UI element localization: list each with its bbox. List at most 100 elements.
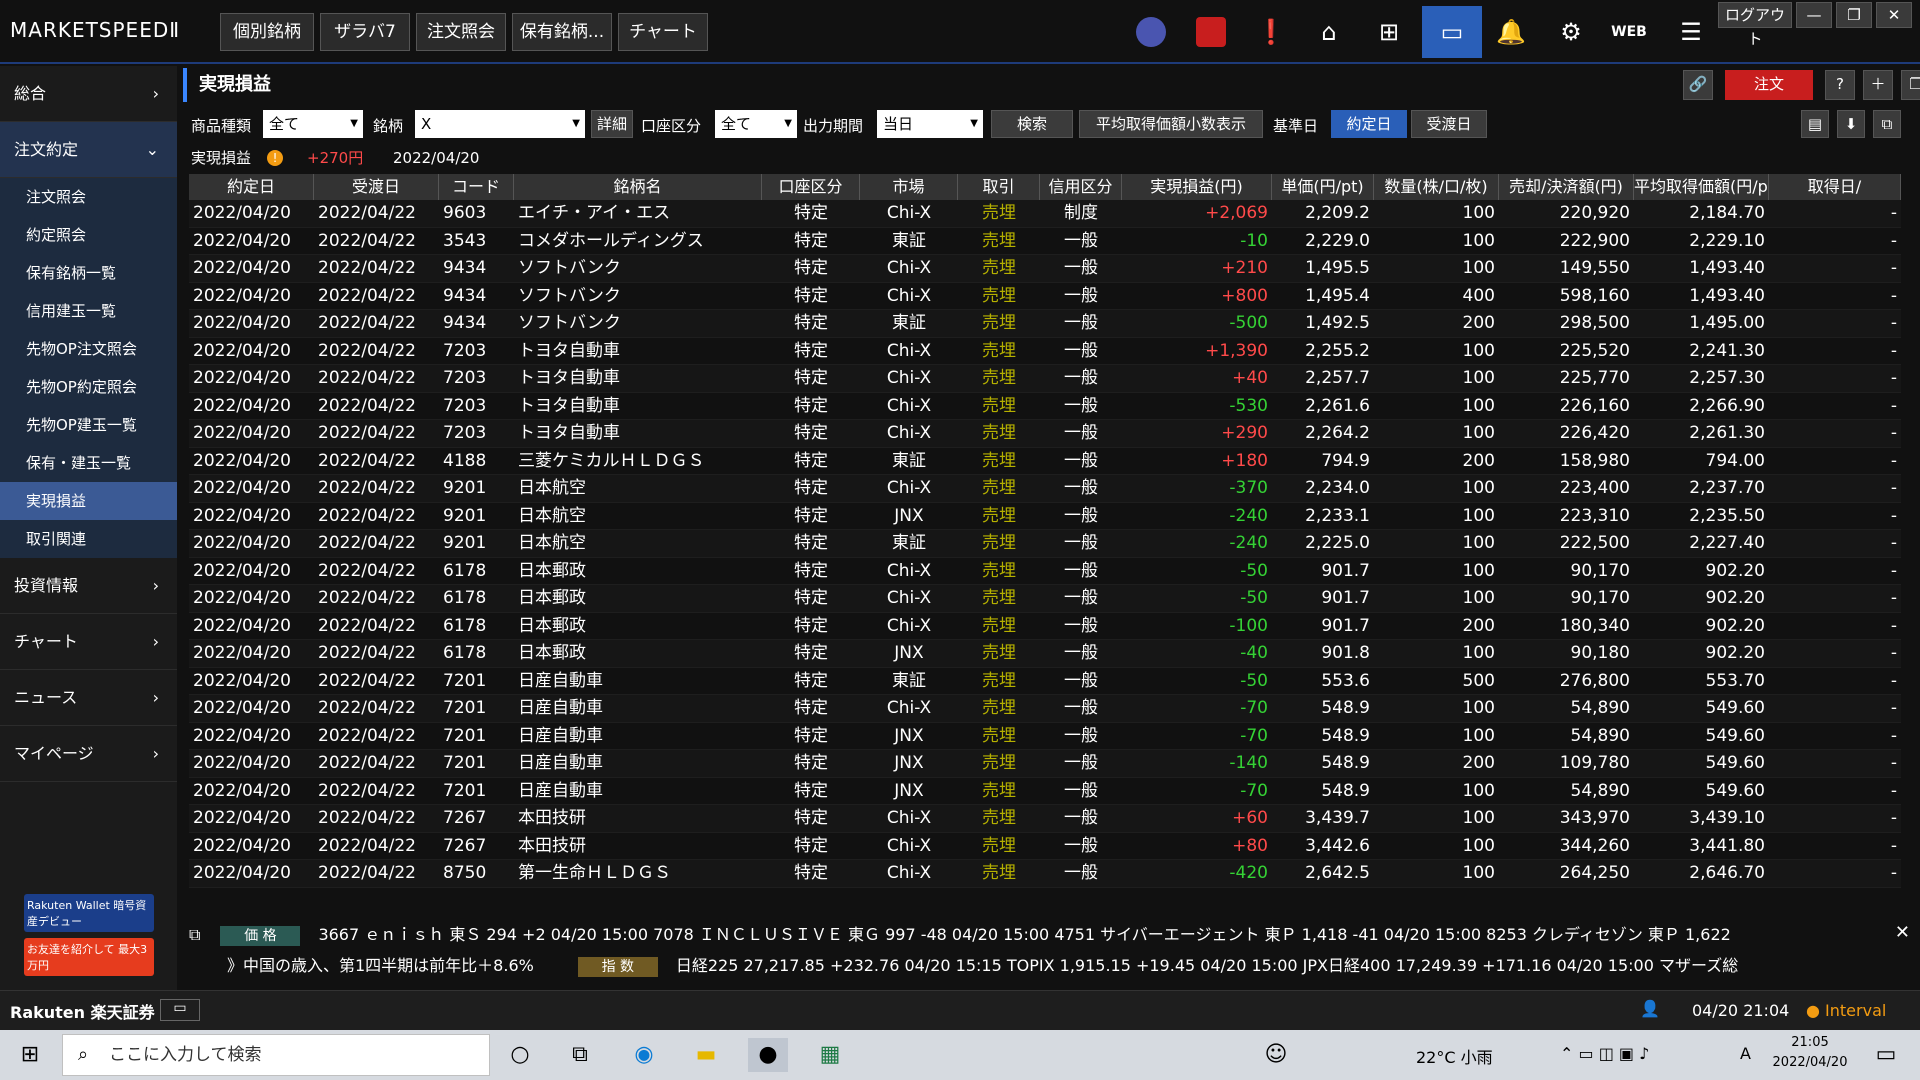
sidebar-item-order-inquiry[interactable]: 注文照会 bbox=[0, 178, 177, 216]
windows-start-icon[interactable]: ⊞ bbox=[10, 1038, 50, 1072]
download-icon[interactable]: ⬇ bbox=[1837, 110, 1865, 138]
explorer-icon[interactable]: ▬ bbox=[686, 1038, 726, 1072]
market-icon[interactable] bbox=[1125, 6, 1177, 58]
tab-zaraba[interactable]: ザラバ7 bbox=[320, 13, 410, 51]
table-row[interactable]: 2022/04/20 2022/04/22 7203 トヨタ自動車 特定 Chi-X 売埋 一… bbox=[189, 393, 1901, 420]
order-button[interactable]: 注文 bbox=[1725, 70, 1813, 100]
column-header[interactable]: 売却/決済額(円) bbox=[1499, 174, 1634, 200]
product-select[interactable]: 全て ▼ bbox=[263, 110, 363, 138]
table-row[interactable]: 2022/04/20 2022/04/22 9434 ソフトバンク 特定 Chi-X 売埋 一… bbox=[189, 255, 1901, 283]
toggle-panel-icon[interactable]: ▭ bbox=[160, 999, 200, 1021]
sidebar-group-investment[interactable]: 投資情報 › bbox=[0, 558, 177, 614]
avg-decimal-button[interactable]: 平均取得価額小数表示 bbox=[1079, 110, 1263, 138]
gear-icon[interactable]: ⚙ bbox=[1545, 6, 1597, 58]
column-header[interactable]: 数量(株/口/枚) bbox=[1374, 174, 1499, 200]
table-row[interactable]: 2022/04/20 2022/04/22 7203 トヨタ自動車 特定 Chi-X 売埋 一… bbox=[189, 338, 1901, 365]
table-row[interactable]: 2022/04/20 2022/04/22 7203 トヨタ自動車 特定 Chi-X 売埋 一… bbox=[189, 365, 1901, 393]
notification-icon[interactable]: ▭ bbox=[1866, 1038, 1906, 1072]
ime-indicator[interactable]: A bbox=[1740, 1044, 1751, 1063]
new-window-icon[interactable]: ＋ bbox=[1863, 70, 1893, 100]
ticker-icon[interactable]: ⧉ bbox=[189, 925, 200, 944]
tray-icons[interactable]: ⌃ ▭ ◫ ▣ ♪ bbox=[1560, 1044, 1649, 1063]
bell-icon[interactable]: 🔔 bbox=[1485, 6, 1537, 58]
sidebar-group-mypage[interactable]: マイページ › bbox=[0, 726, 177, 782]
table-row[interactable]: 2022/04/20 2022/04/22 9603 エイチ・アイ・エス 特定 Chi-X… bbox=[189, 200, 1901, 228]
logout-button[interactable]: ログアウト bbox=[1718, 2, 1792, 48]
table-row[interactable]: 2022/04/20 2022/04/22 7201 日産自動車 特定 JNX 売埋 一般 -7… bbox=[189, 723, 1901, 750]
info-icon[interactable]: ! bbox=[267, 150, 283, 166]
table-row[interactable]: 2022/04/20 2022/04/22 7201 日産自動車 特定 JNX 売埋 一般 -7… bbox=[189, 778, 1901, 805]
task-view-icon[interactable]: ⧉ bbox=[560, 1038, 600, 1072]
table-row[interactable]: 2022/04/20 2022/04/22 9201 日本航空 特定 Chi-X 売埋 一般 -… bbox=[189, 475, 1901, 503]
screen-icon[interactable]: ▭ bbox=[1422, 6, 1482, 58]
table-row[interactable]: 2022/04/20 2022/04/22 7267 本田技研 特定 Chi-X 売埋 一般 +… bbox=[189, 833, 1901, 860]
column-header[interactable]: 受渡日 bbox=[314, 174, 439, 200]
tab-chart[interactable]: チャート bbox=[618, 13, 708, 51]
column-header[interactable]: 口座区分 bbox=[762, 174, 860, 200]
table-row[interactable]: 2022/04/20 2022/04/22 4188 三菱ケミカルＨＬＤＧＳ 特定 東証 売… bbox=[189, 448, 1901, 475]
excel-icon[interactable]: ▦ bbox=[810, 1038, 850, 1072]
home-icon[interactable]: ⌂ bbox=[1303, 6, 1355, 58]
referral-banner[interactable]: お友達を紹介して 最大3万円 bbox=[24, 938, 154, 976]
add-window-icon[interactable]: ⊞ bbox=[1363, 6, 1415, 58]
column-header[interactable]: 約定日 bbox=[189, 174, 314, 200]
table-row[interactable]: 2022/04/20 2022/04/22 6178 日本郵政 特定 JNX 売埋 一般 -40… bbox=[189, 640, 1901, 668]
column-header[interactable]: 実現損益(円) bbox=[1122, 174, 1272, 200]
ranking-icon[interactable] bbox=[1185, 6, 1237, 58]
weather-text[interactable]: 22°C 小雨 bbox=[1416, 1044, 1493, 1068]
table-row[interactable]: 2022/04/20 2022/04/22 7267 本田技研 特定 Chi-X 売埋 一般 +… bbox=[189, 805, 1901, 833]
sidebar-group-orders[interactable]: 注文約定 ⌄ bbox=[0, 122, 177, 178]
minimize-icon[interactable]: — bbox=[1796, 2, 1832, 28]
copy-icon[interactable]: ⧉ bbox=[1873, 110, 1901, 138]
base-settle-date-button[interactable]: 受渡日 bbox=[1411, 110, 1487, 138]
sidebar-item-futures-order[interactable]: 先物OP注文照会 bbox=[0, 330, 177, 368]
table-row[interactable]: 2022/04/20 2022/04/22 9201 日本航空 特定 東証 売埋 一般 -240… bbox=[189, 530, 1901, 558]
table-row[interactable]: 2022/04/20 2022/04/22 6178 日本郵政 特定 Chi-X 売埋 一般 -… bbox=[189, 558, 1901, 585]
people-icon[interactable]: ☺ bbox=[1256, 1038, 1296, 1072]
sidebar-item-futures-positions[interactable]: 先物OP建玉一覧 bbox=[0, 406, 177, 444]
sidebar-item-trading[interactable]: 取引関連 bbox=[0, 520, 177, 558]
column-header[interactable]: コード bbox=[439, 174, 514, 200]
edge-icon[interactable]: ◉ bbox=[624, 1038, 664, 1072]
table-row[interactable]: 2022/04/20 2022/04/22 6178 日本郵政 特定 Chi-X 売埋 一般 -… bbox=[189, 585, 1901, 613]
table-row[interactable]: 2022/04/20 2022/04/22 7201 日産自動車 特定 JNX 売埋 一般 -1… bbox=[189, 750, 1901, 778]
column-header[interactable]: 平均取得価額(円/pt) bbox=[1634, 174, 1769, 200]
symbol-input[interactable]: X ▼ bbox=[415, 110, 585, 138]
sidebar-item-realized-pnl[interactable]: 実現損益 bbox=[0, 482, 177, 520]
account-select[interactable]: 全て ▼ bbox=[715, 110, 797, 138]
tab-order-inquiry[interactable]: 注文照会 bbox=[416, 13, 506, 51]
table-row[interactable]: 2022/04/20 2022/04/22 7201 日産自動車 特定 東証 売埋 一般 -50… bbox=[189, 668, 1901, 695]
tab-individual[interactable]: 個別銘柄 bbox=[220, 13, 314, 51]
wallet-banner[interactable]: Rakuten Wallet 暗号資産デビュー bbox=[24, 894, 154, 932]
restore-icon[interactable]: ❐ bbox=[1836, 2, 1872, 28]
sidebar-item-holdings[interactable]: 保有銘柄一覧 bbox=[0, 254, 177, 292]
column-header[interactable]: 銘柄名 bbox=[514, 174, 762, 200]
table-row[interactable]: 2022/04/20 2022/04/22 9434 ソフトバンク 特定 東証 売埋 一般 -5… bbox=[189, 310, 1901, 338]
tab-holdings[interactable]: 保有銘柄... bbox=[512, 13, 612, 51]
sidebar-item-execution-inquiry[interactable]: 約定照会 bbox=[0, 216, 177, 254]
sidebar-item-futures-execution[interactable]: 先物OP約定照会 bbox=[0, 368, 177, 406]
help-icon[interactable]: ? bbox=[1825, 70, 1855, 100]
sidebar-group-general[interactable]: 総合 › bbox=[0, 66, 177, 122]
ticker-close-icon[interactable]: ✕ bbox=[1895, 922, 1910, 943]
sidebar-item-margin[interactable]: 信用建玉一覧 bbox=[0, 292, 177, 330]
table-row[interactable]: 2022/04/20 2022/04/22 6178 日本郵政 特定 Chi-X 売埋 一般 -… bbox=[189, 613, 1901, 640]
column-header[interactable]: 取得日/ bbox=[1769, 174, 1901, 200]
print-icon[interactable]: ▤ bbox=[1801, 110, 1829, 138]
table-row[interactable]: 2022/04/20 2022/04/22 9201 日本航空 特定 JNX 売埋 一般 -24… bbox=[189, 503, 1901, 530]
popout-icon[interactable]: ❐ bbox=[1901, 70, 1920, 100]
cortana-icon[interactable]: ○ bbox=[500, 1038, 540, 1072]
sidebar-group-news[interactable]: ニュース › bbox=[0, 670, 177, 726]
base-trade-date-button[interactable]: 約定日 bbox=[1331, 110, 1407, 138]
taskbar-search-input[interactable]: ここに入力して検索 bbox=[62, 1034, 490, 1076]
sidebar-item-all-positions[interactable]: 保有・建玉一覧 bbox=[0, 444, 177, 482]
column-header[interactable]: 信用区分 bbox=[1040, 174, 1122, 200]
alert-icon[interactable]: ❗ bbox=[1245, 6, 1297, 58]
search-button[interactable]: 検索 bbox=[991, 110, 1073, 138]
period-select[interactable]: 当日 ▼ bbox=[877, 110, 983, 138]
table-row[interactable]: 2022/04/20 2022/04/22 3543 コメダホールディングス 特定 東証 売… bbox=[189, 228, 1901, 255]
table-row[interactable]: 2022/04/20 2022/04/22 7201 日産自動車 特定 Chi-X 売埋 一般… bbox=[189, 695, 1901, 723]
column-header[interactable]: 単価(円/pt) bbox=[1272, 174, 1374, 200]
web-icon[interactable]: WEB bbox=[1603, 6, 1655, 58]
marketspeed-taskbar-icon[interactable]: ● bbox=[748, 1038, 788, 1072]
